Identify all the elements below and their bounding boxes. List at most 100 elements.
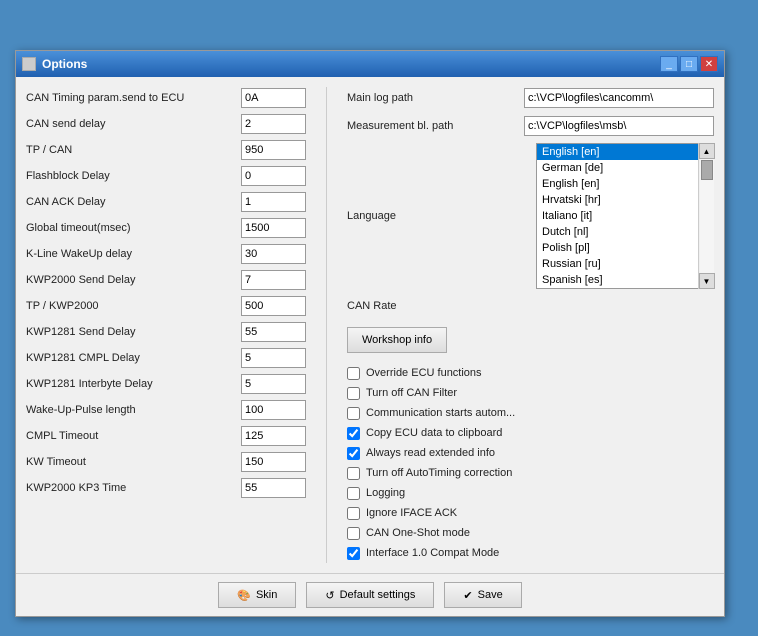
skin-icon: 🎨 — [237, 589, 251, 602]
logging-checkbox[interactable] — [347, 487, 360, 500]
comm-starts-checkbox[interactable] — [347, 407, 360, 420]
field-row-15: KWP2000 KP3 Time — [26, 477, 306, 499]
close-button[interactable]: ✕ — [700, 56, 718, 72]
comm-starts-row: Communication starts autom... — [347, 403, 714, 423]
copy-ecu-row: Copy ECU data to clipboard — [347, 423, 714, 443]
field-input-9[interactable] — [241, 322, 306, 342]
field-input-5[interactable] — [241, 218, 306, 238]
field-input-2[interactable] — [241, 140, 306, 160]
lang-option-english-en[interactable]: English [en] — [537, 144, 713, 160]
field-label-8: TP / KWP2000 — [26, 300, 99, 312]
field-input-0[interactable] — [241, 88, 306, 108]
can-rate-row: CAN Rate — [347, 295, 714, 317]
options-window: Options _ □ ✕ CAN Timing param.send to E… — [15, 50, 725, 617]
field-label-11: KWP1281 Interbyte Delay — [26, 378, 153, 390]
workshop-info-button[interactable]: Workshop info — [347, 327, 447, 353]
field-label-3: Flashblock Delay — [26, 170, 110, 182]
field-input-10[interactable] — [241, 348, 306, 368]
field-row-12: Wake-Up-Pulse length — [26, 399, 306, 421]
skin-button[interactable]: 🎨 Skin — [218, 582, 296, 608]
scrollbar-down-btn[interactable]: ▼ — [699, 273, 715, 289]
field-input-4[interactable] — [241, 192, 306, 212]
ignore-iface-label: Ignore IFACE ACK — [366, 507, 457, 519]
language-dropdown-wrapper: English [en] German [de] English [en] Hr… — [536, 143, 714, 289]
field-label-10: KWP1281 CMPL Delay — [26, 352, 140, 364]
field-input-13[interactable] — [241, 426, 306, 446]
field-input-15[interactable] — [241, 478, 306, 498]
field-label-5: Global timeout(msec) — [26, 222, 131, 234]
default-settings-button[interactable]: ↺ Default settings — [306, 582, 434, 608]
field-input-8[interactable] — [241, 296, 306, 316]
language-list-container: English [en] German [de] English [en] Hr… — [536, 143, 714, 289]
field-label-13: CMPL Timeout — [26, 430, 98, 442]
measurement-path-input[interactable] — [524, 116, 714, 136]
window-icon — [22, 57, 36, 71]
lang-option-italiano-it[interactable]: Italiano [it] — [537, 208, 713, 224]
skin-label: Skin — [256, 589, 277, 601]
lang-option-english-en2[interactable]: English [en] — [537, 176, 713, 192]
field-row-11: KWP1281 Interbyte Delay — [26, 373, 306, 395]
language-scrollbar: ▲ ▼ — [698, 143, 714, 289]
title-bar: Options _ □ ✕ — [16, 51, 724, 77]
lang-option-dutch-nl[interactable]: Dutch [nl] — [537, 224, 713, 240]
field-input-7[interactable] — [241, 270, 306, 290]
title-buttons: _ □ ✕ — [660, 56, 718, 72]
always-read-checkbox[interactable] — [347, 447, 360, 460]
ignore-iface-checkbox[interactable] — [347, 507, 360, 520]
lang-option-russian-ru[interactable]: Russian [ru] — [537, 256, 713, 272]
interface-compat-label: Interface 1.0 Compat Mode — [366, 547, 499, 559]
can-one-shot-checkbox[interactable] — [347, 527, 360, 540]
field-row-8: TP / KWP2000 — [26, 295, 306, 317]
logging-label: Logging — [366, 487, 405, 499]
field-input-11[interactable] — [241, 374, 306, 394]
field-input-1[interactable] — [241, 114, 306, 134]
lang-option-hrvatski-hr[interactable]: Hrvatski [hr] — [537, 192, 713, 208]
field-row-5: Global timeout(msec) — [26, 217, 306, 239]
field-row-2: TP / CAN — [26, 139, 306, 161]
save-label: Save — [478, 589, 503, 601]
field-label-1: CAN send delay — [26, 118, 106, 130]
field-input-14[interactable] — [241, 452, 306, 472]
scrollbar-up-btn[interactable]: ▲ — [699, 143, 715, 159]
field-row-14: KW Timeout — [26, 451, 306, 473]
field-input-12[interactable] — [241, 400, 306, 420]
field-label-2: TP / CAN — [26, 144, 72, 156]
turn-off-can-filter-checkbox[interactable] — [347, 387, 360, 400]
field-label-14: KW Timeout — [26, 456, 86, 468]
always-read-label: Always read extended info — [366, 447, 495, 459]
copy-ecu-label: Copy ECU data to clipboard — [366, 427, 502, 439]
copy-ecu-checkbox[interactable] — [347, 427, 360, 440]
measurement-path-row: Measurement bl. path — [347, 115, 714, 137]
field-row-13: CMPL Timeout — [26, 425, 306, 447]
field-label-12: Wake-Up-Pulse length — [26, 404, 136, 416]
interface-compat-checkbox[interactable] — [347, 547, 360, 560]
bottom-bar: 🎨 Skin ↺ Default settings ✔ Save — [16, 573, 724, 616]
maximize-button[interactable]: □ — [680, 56, 698, 72]
main-log-path-input[interactable] — [524, 88, 714, 108]
field-input-6[interactable] — [241, 244, 306, 264]
lang-option-german-de[interactable]: German [de] — [537, 160, 713, 176]
lang-option-polish-pl[interactable]: Polish [pl] — [537, 240, 713, 256]
field-label-6: K-Line WakeUp delay — [26, 248, 132, 260]
turn-off-can-filter-row: Turn off CAN Filter — [347, 383, 714, 403]
field-input-3[interactable] — [241, 166, 306, 186]
turn-off-can-filter-label: Turn off CAN Filter — [366, 387, 457, 399]
scrollbar-thumb[interactable] — [701, 160, 713, 180]
field-label-7: KWP2000 Send Delay — [26, 274, 135, 286]
turn-off-autotiming-checkbox[interactable] — [347, 467, 360, 480]
logging-row: Logging — [347, 483, 714, 503]
field-label-15: KWP2000 KP3 Time — [26, 482, 126, 494]
override-ecu-checkbox[interactable] — [347, 367, 360, 380]
comm-starts-label: Communication starts autom... — [366, 407, 515, 419]
lang-option-spanish-es[interactable]: Spanish [es] — [537, 272, 713, 288]
checkboxes-section: Override ECU functions Turn off CAN Filt… — [347, 363, 714, 563]
minimize-button[interactable]: _ — [660, 56, 678, 72]
language-label: Language — [347, 210, 467, 222]
default-settings-label: Default settings — [340, 589, 416, 601]
save-button[interactable]: ✔ Save — [444, 582, 521, 608]
field-row-7: KWP2000 Send Delay — [26, 269, 306, 291]
field-label-4: CAN ACK Delay — [26, 196, 105, 208]
main-log-path-row: Main log path — [347, 87, 714, 109]
override-ecu-label: Override ECU functions — [366, 367, 482, 379]
turn-off-autotiming-label: Turn off AutoTiming correction — [366, 467, 512, 479]
